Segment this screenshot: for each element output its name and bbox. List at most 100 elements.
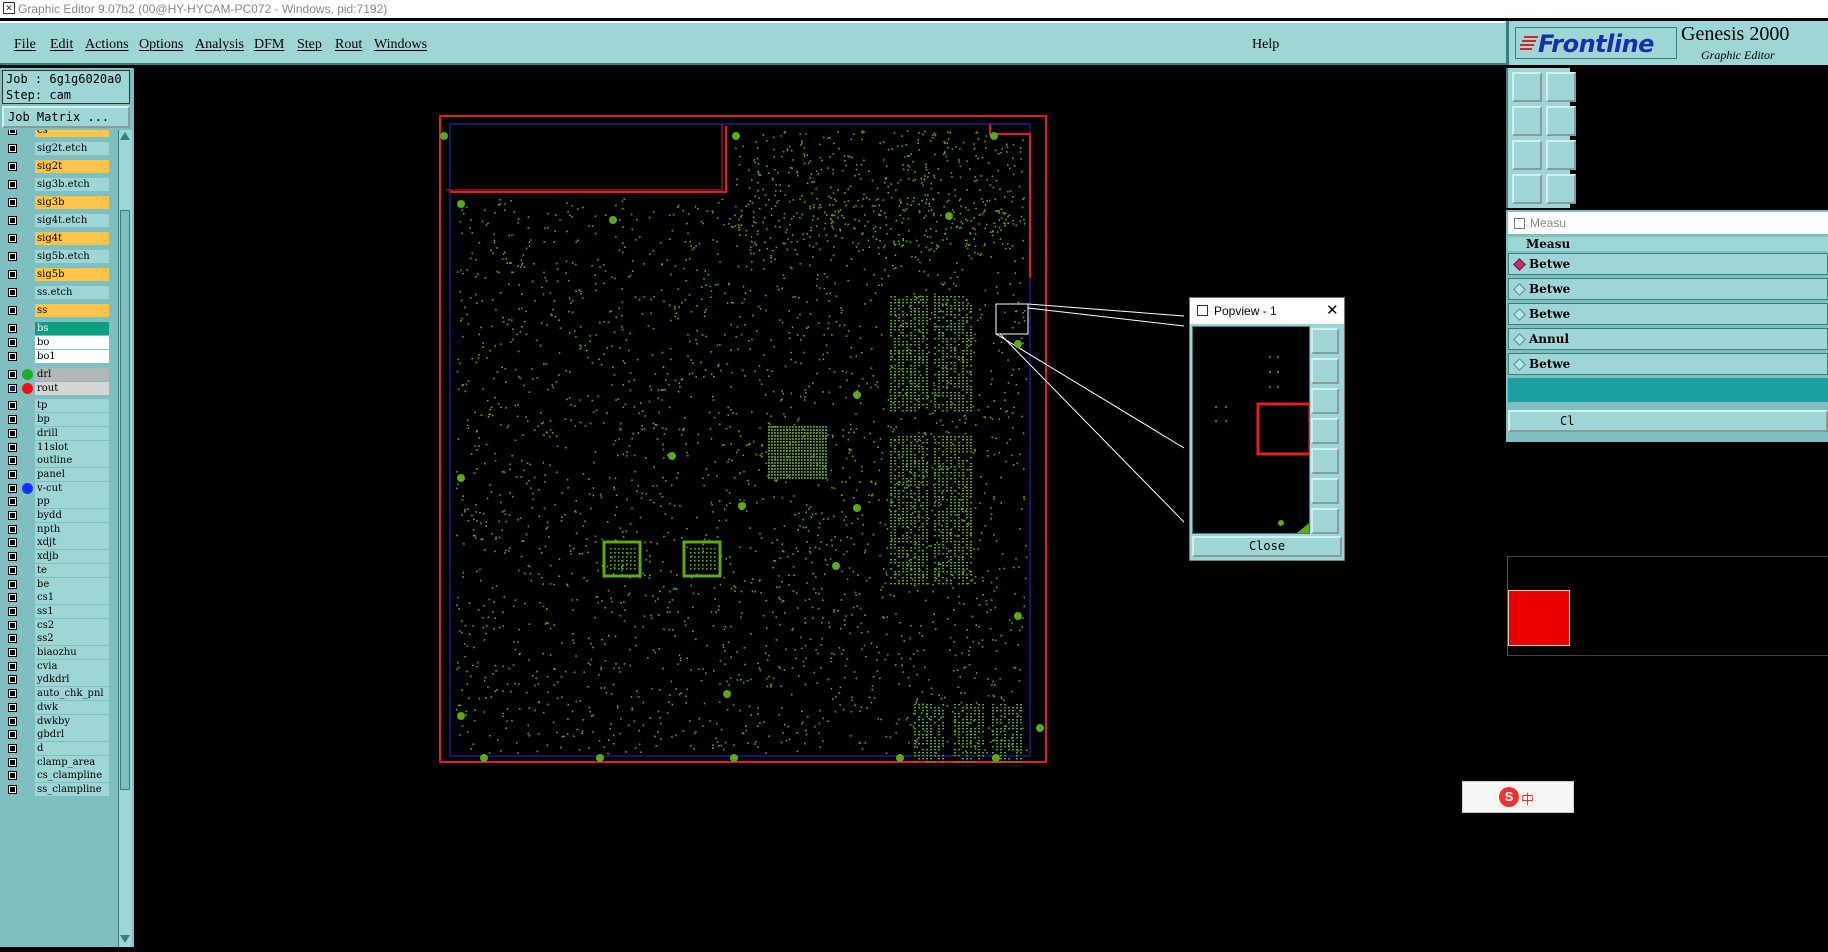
layer-name[interactable]: cs1: [35, 591, 109, 605]
layer-row-dwkby[interactable]: dwkby: [2, 714, 117, 729]
layer-name[interactable]: ss_clampline: [35, 783, 109, 796]
layer-scrollbar[interactable]: [118, 130, 132, 947]
menu-analysis[interactable]: Analysis: [195, 37, 244, 53]
layer-checkbox[interactable]: [8, 593, 17, 603]
layer-name[interactable]: sig3b: [35, 196, 109, 209]
job-matrix-button[interactable]: Job Matrix ...: [2, 106, 130, 128]
layer-name[interactable]: ss.etch: [35, 286, 109, 299]
layer-row-biaozhu[interactable]: biaozhu: [2, 646, 117, 660]
layer-row-pp[interactable]: pp: [2, 495, 117, 509]
layer-checkbox[interactable]: [8, 428, 17, 438]
layer-name[interactable]: bo1: [35, 350, 109, 363]
layer-name[interactable]: npth: [35, 522, 109, 536]
layer-checkbox[interactable]: [8, 162, 17, 171]
layer-name[interactable]: xdjt: [35, 536, 109, 550]
layer-checkbox[interactable]: [8, 288, 17, 297]
layer-row-drl[interactable]: drl: [2, 368, 117, 382]
menu-step[interactable]: Step: [297, 37, 322, 53]
layer-name[interactable]: xdjb: [35, 550, 109, 564]
layer-name[interactable]: bs: [35, 322, 109, 335]
layer-checkbox[interactable]: [8, 370, 17, 379]
layer-name[interactable]: sig4t.etch: [35, 214, 109, 227]
menu-options[interactable]: Options: [139, 37, 183, 53]
layer-checkbox[interactable]: [8, 383, 17, 393]
layer-row-drill[interactable]: drill: [2, 426, 117, 441]
layer-row-ss1[interactable]: ss1: [2, 604, 117, 619]
layer-checkbox[interactable]: [8, 785, 17, 794]
layer-row-be[interactable]: be: [2, 577, 117, 592]
layer-row-panel[interactable]: panel: [2, 467, 117, 482]
layer-row-rout[interactable]: rout: [2, 381, 117, 396]
layer-name[interactable]: rout: [35, 381, 109, 395]
layer-name[interactable]: outline: [35, 454, 109, 468]
layer-row-outline[interactable]: outline: [2, 454, 117, 468]
layer-checkbox[interactable]: [8, 771, 17, 781]
layer-checkbox[interactable]: [8, 234, 17, 243]
layer-row-sig5b[interactable]: sig5b: [2, 268, 117, 282]
scroll-down-icon[interactable]: [120, 935, 130, 943]
scroll-thumb[interactable]: [120, 210, 130, 790]
layer-name[interactable]: sig4t: [35, 232, 109, 245]
layer-name[interactable]: cvia: [35, 659, 109, 673]
layer-name[interactable]: d: [35, 741, 109, 755]
layer-name[interactable]: sig3b.etch: [35, 178, 109, 191]
layer-row-tp[interactable]: tp: [2, 399, 117, 413]
layer-checkbox[interactable]: [8, 620, 17, 630]
menu-rout[interactable]: Rout: [335, 37, 362, 53]
layer-name[interactable]: auto_chk_pnl: [35, 687, 109, 701]
layer-name[interactable]: ss1: [35, 604, 109, 618]
layer-row-bo1[interactable]: bo1: [2, 350, 117, 364]
layer-row-sig2t.etch[interactable]: sig2t.etch: [2, 142, 117, 156]
layer-name[interactable]: 11slot: [35, 440, 109, 454]
layer-checkbox[interactable]: [8, 552, 17, 562]
layer-checkbox[interactable]: [8, 538, 17, 548]
layer-checkbox[interactable]: [8, 180, 17, 189]
layer-name[interactable]: sig5b.etch: [35, 250, 109, 263]
layer-checkbox[interactable]: [8, 144, 17, 153]
layer-display-color-icon[interactable]: [22, 382, 33, 394]
layer-checkbox[interactable]: [8, 716, 17, 726]
layer-row-bo[interactable]: bo: [2, 336, 117, 350]
layer-name[interactable]: cs: [35, 130, 109, 137]
layer-row-11slot[interactable]: 11slot: [2, 440, 117, 455]
layer-row-v-cut[interactable]: v-cut: [2, 481, 117, 496]
layer-checkbox[interactable]: [8, 579, 17, 589]
layer-row-d[interactable]: d: [2, 741, 117, 756]
layer-checkbox[interactable]: [8, 338, 17, 347]
menu-windows[interactable]: Windows: [374, 37, 427, 53]
layer-row-cvia[interactable]: cvia: [2, 659, 117, 674]
layer-row-bs[interactable]: bs: [2, 322, 117, 336]
layer-checkbox[interactable]: [8, 252, 17, 261]
layer-checkbox[interactable]: [8, 565, 17, 575]
layer-name[interactable]: ss2: [35, 632, 109, 646]
layer-name[interactable]: be: [35, 577, 109, 591]
layer-row-ss.etch[interactable]: ss.etch: [2, 286, 117, 300]
layer-name[interactable]: te: [35, 563, 109, 577]
layer-checkbox[interactable]: [8, 270, 17, 279]
layer-row-cs[interactable]: cs: [2, 130, 117, 138]
layer-checkbox[interactable]: [8, 524, 17, 534]
layer-row-bp[interactable]: bp: [2, 413, 117, 427]
layer-row-cs2[interactable]: cs2: [2, 618, 117, 633]
layer-checkbox[interactable]: [8, 634, 17, 644]
layer-checkbox[interactable]: [8, 442, 17, 452]
layer-row-xdjt[interactable]: xdjt: [2, 536, 117, 550]
layer-name[interactable]: panel: [35, 467, 109, 481]
layer-row-sig2t[interactable]: sig2t: [2, 160, 117, 174]
layer-row-clamp_area[interactable]: clamp_area: [2, 755, 117, 770]
layer-row-auto_chk_pnl[interactable]: auto_chk_pnl: [2, 687, 117, 701]
layer-checkbox[interactable]: [8, 130, 17, 135]
menu-file[interactable]: File: [14, 37, 36, 53]
layer-row-ydkdrl[interactable]: ydkdrl: [2, 673, 117, 687]
layer-row-dwk[interactable]: dwk: [2, 700, 117, 715]
layer-display-color-icon[interactable]: [22, 482, 33, 494]
layer-display-color-icon[interactable]: [22, 369, 33, 380]
layer-checkbox[interactable]: [8, 483, 17, 493]
layer-name[interactable]: clamp_area: [35, 755, 109, 769]
layer-name[interactable]: cs_clampline: [35, 769, 109, 783]
layer-checkbox[interactable]: [8, 606, 17, 616]
layer-row-ss[interactable]: ss: [2, 304, 117, 318]
layer-row-ss2[interactable]: ss2: [2, 632, 117, 646]
layer-checkbox[interactable]: [8, 216, 17, 225]
layer-checkbox[interactable]: [8, 675, 17, 685]
